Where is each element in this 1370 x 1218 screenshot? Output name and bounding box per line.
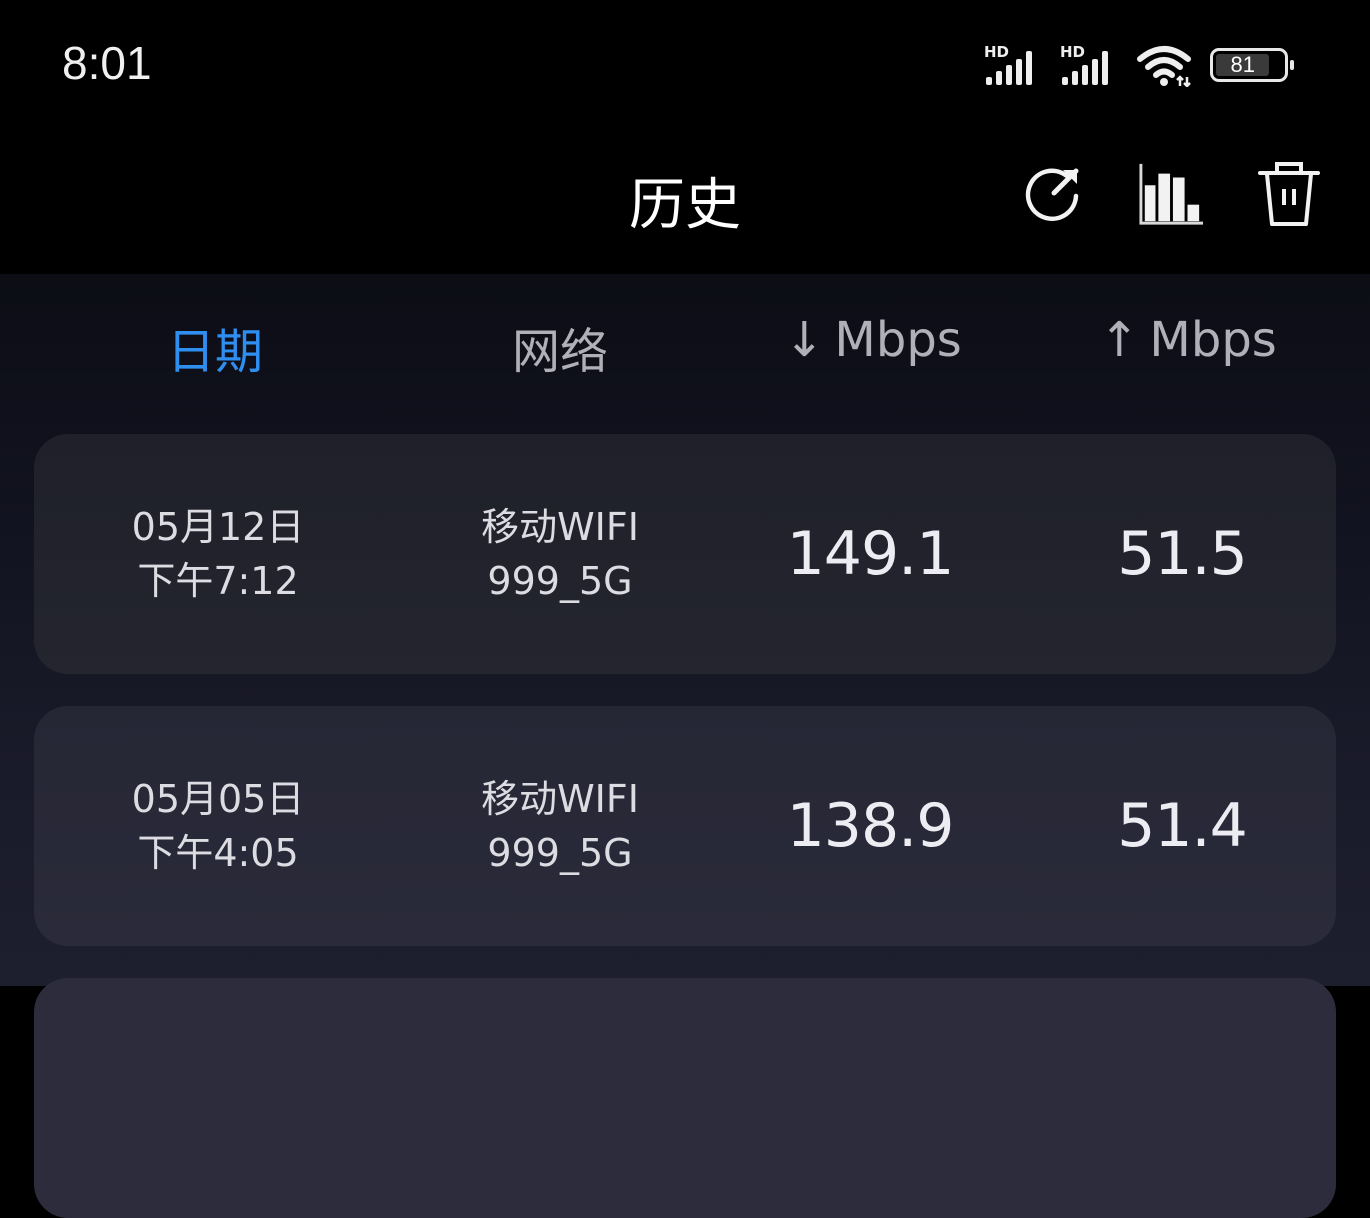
row-network: 移动WIFI 999_5G <box>481 706 639 946</box>
download-speed: 138.9 <box>786 791 955 861</box>
status-bar: 8:01 HD HD 81 <box>0 0 1370 130</box>
row-upload: 51.5 <box>1117 434 1248 674</box>
toolbar <box>1020 160 1322 228</box>
battery-level: 81 <box>1216 52 1270 77</box>
battery-icon: 81 <box>1210 48 1294 82</box>
column-header-label: Mbps <box>1149 312 1277 368</box>
time-text: 下午7:12 <box>137 559 299 603</box>
download-speed: 149.1 <box>786 519 955 589</box>
delete-button[interactable] <box>1256 160 1322 228</box>
upload-speed: 51.4 <box>1117 791 1248 861</box>
system-icons: HD HD 81 <box>984 40 1294 90</box>
trash-icon <box>1258 162 1320 226</box>
row-network: 移动WIFI 999_5G <box>481 434 639 674</box>
network-name: 移动WIFI <box>481 777 639 821</box>
signal-hd-icon: HD <box>984 43 1046 87</box>
row-download: 149.1 <box>786 434 955 674</box>
date-text: 05月12日 <box>131 505 305 549</box>
share-arrow-icon <box>1025 168 1079 222</box>
chart-button[interactable] <box>1138 160 1204 228</box>
row-upload: 51.4 <box>1117 706 1248 946</box>
network-name: 移动WIFI <box>481 505 639 549</box>
history-row[interactable]: 05月12日 下午7:12 移动WIFI 999_5G 149.1 51.5 <box>34 434 1336 674</box>
share-button[interactable] <box>1020 160 1086 228</box>
bar-chart-icon <box>1139 163 1204 225</box>
arrow-up-icon: ↑ <box>1099 312 1140 368</box>
time-text: 下午4:05 <box>137 831 299 875</box>
wifi-icon <box>1137 46 1191 87</box>
column-header-label: 日期 <box>166 324 264 380</box>
column-header-label: 网络 <box>511 324 609 380</box>
signal-hd-icon: HD <box>1060 43 1122 87</box>
upload-speed: 51.5 <box>1117 519 1248 589</box>
row-download: 138.9 <box>786 706 955 946</box>
row-date: 05月05日 下午4:05 <box>132 706 305 946</box>
row-date: 05月12日 下午7:12 <box>132 434 305 674</box>
history-list: 日期 网络 ↓ Mbps ↑ Mbps 05月12日 下午7:12 移动WIFI… <box>0 274 1370 1218</box>
history-row-partial[interactable] <box>34 978 1336 1218</box>
arrow-down-icon: ↓ <box>784 312 825 368</box>
clock: 8:01 <box>62 37 152 89</box>
network-ssid: 999_5G <box>487 831 633 875</box>
column-header-date[interactable]: 日期 <box>167 312 263 382</box>
column-header-network[interactable]: 网络 <box>512 312 608 382</box>
date-text: 05月05日 <box>131 777 305 821</box>
column-header-upload[interactable]: ↑ Mbps <box>1099 312 1277 368</box>
history-row[interactable]: 05月05日 下午4:05 移动WIFI 999_5G 138.9 51.4 <box>34 706 1336 946</box>
network-ssid: 999_5G <box>487 559 633 603</box>
column-header-label: Mbps <box>834 312 962 368</box>
column-headers: 日期 网络 ↓ Mbps ↑ Mbps <box>0 274 1370 424</box>
app-bar: 历史 <box>0 130 1370 274</box>
column-header-download[interactable]: ↓ Mbps <box>784 312 962 368</box>
